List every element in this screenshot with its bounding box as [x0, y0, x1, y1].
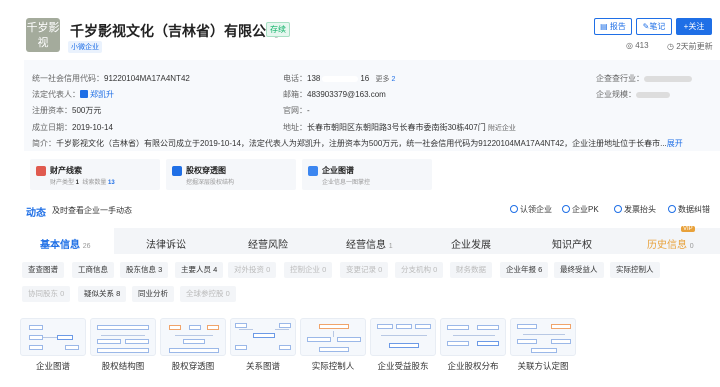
thumb-beneficial-owner[interactable] — [370, 318, 436, 356]
expand-link[interactable]: 展开 — [667, 139, 683, 148]
size-tag: 小微企业 — [68, 41, 102, 53]
follow-button[interactable]: +关注 — [676, 18, 712, 35]
status-badge: 存续 — [266, 22, 290, 37]
claim-company-link[interactable]: 认领企业 — [510, 204, 552, 215]
report-label: 报告 — [609, 22, 626, 31]
chip-suspected-relations[interactable]: 疑似关系 8 — [78, 286, 127, 302]
thumb-company-graph[interactable] — [20, 318, 86, 356]
thumb-label: 股权结构图 — [101, 361, 145, 371]
email-row: 邮箱：483903379@163.com — [283, 90, 386, 99]
company-pk-link[interactable]: 企业PK — [562, 204, 599, 215]
chip-branches[interactable]: 分支机构 0 — [395, 262, 444, 278]
thumb-label: 企业受益股东 — [377, 361, 429, 371]
dynamics-sub: 及时查看企业一手动态 — [52, 206, 132, 215]
card-title: 企业图谱 — [322, 166, 354, 175]
chip-global-holdings[interactable]: 全球参控股 0 — [180, 286, 236, 302]
card-sub: 挖掘深层股权结构 — [186, 180, 235, 186]
nearby-link[interactable]: 附近企业 — [488, 125, 516, 132]
thumb-label: 关系图谱 — [245, 361, 280, 371]
report-button[interactable]: ▤ 报告 — [594, 18, 632, 35]
clock-icon: ◷ — [667, 42, 674, 51]
chip-business-info[interactable]: 工商信息 — [72, 262, 114, 278]
thumb-label: 实际控制人 — [311, 361, 355, 371]
card-sub: 企业信息一图掌控 — [322, 180, 371, 186]
chip-changes[interactable]: 变更记录 0 — [340, 262, 389, 278]
industry-row: 企查查行业： — [596, 73, 692, 84]
capital-row: 注册资本：500万元 — [32, 106, 102, 115]
founded-row: 成立日期：2019-10-14 — [32, 123, 113, 132]
note-button[interactable]: ✎笔记 — [636, 18, 672, 35]
equity-chart-card[interactable]: 股权穿透图 挖掘深层股权结构 — [166, 159, 296, 190]
map-icon — [308, 166, 318, 176]
note-label: 笔记 — [649, 22, 666, 31]
chip-controller[interactable]: 实际控制人 — [610, 262, 660, 278]
tab-risk[interactable]: 经营风险 — [248, 236, 288, 251]
company-name: 千岁影视文化（吉林省）有限公司 — [70, 24, 280, 40]
vip-badge: VIP — [681, 226, 695, 232]
chip-key-personnel[interactable]: 主要人员 4 — [175, 262, 224, 278]
tab-development[interactable]: 企业发展 — [451, 236, 491, 251]
credit-code-row: 统一社会信用代码：91220104MA17A4NT42 — [32, 74, 190, 83]
scale-row: 企业规模： — [596, 89, 670, 100]
update-time: ◷ 2天前更新 — [667, 42, 713, 51]
invoice-title-link[interactable]: 发票抬头 — [614, 204, 656, 215]
legal-rep-row: 法定代表人： 郑凯升 — [32, 90, 114, 99]
chip-graph[interactable]: 查查图谱 — [22, 262, 64, 278]
chip-shareholders[interactable]: 股东信息 3 — [120, 262, 169, 278]
pk-icon — [562, 205, 570, 213]
thumb-equity-distribution[interactable] — [440, 318, 506, 356]
chip-controlled[interactable]: 控制企业 0 — [284, 262, 333, 278]
website-row: 官网：- — [283, 106, 310, 115]
chip-beneficiary[interactable]: 最终受益人 — [554, 262, 604, 278]
edit-icon — [668, 205, 676, 213]
person-icon — [80, 90, 88, 98]
card-sub: 财产类型 1 线索数量 13 — [50, 180, 115, 186]
tab-operations[interactable]: 经营信息 1 — [346, 236, 393, 251]
email-link[interactable]: 483903379@163.com — [307, 90, 386, 99]
dynamics-title[interactable]: 动态 — [26, 204, 46, 219]
chip-industry-analysis[interactable]: 同业分析 — [132, 286, 174, 302]
card-title: 财产线索 — [50, 166, 82, 175]
asset-clue-card[interactable]: 财产线索 财产类型 1 线索数量 13 — [30, 159, 160, 190]
thumb-related-party[interactable] — [510, 318, 576, 356]
tab-ip[interactable]: 知识产权 — [552, 236, 592, 251]
chip-co-shareholders[interactable]: 协同股东 0 — [22, 286, 71, 302]
intro-row: 简介：千岁影视文化（吉林省）有限公司成立于2019-10-14，法定代表人为郑凯… — [32, 139, 683, 148]
invoice-icon — [614, 205, 622, 213]
legal-rep-link[interactable]: 郑凯升 — [90, 90, 114, 99]
chip-finance[interactable]: 财务数据 — [450, 262, 492, 278]
thumb-label: 关联方认定图 — [517, 361, 569, 371]
data-correction-link[interactable]: 数据纠错 — [668, 204, 710, 215]
tab-history[interactable]: 历史信息 0 — [647, 236, 694, 251]
address-row: 地址：长春市朝阳区东朝阳路3号长春市委南街30栋407门 附近企业 — [283, 123, 516, 132]
view-count: ◎ 413 — [626, 41, 649, 50]
report-icon: ▤ — [600, 22, 608, 31]
follow-label: 关注 — [688, 22, 705, 31]
thumb-label: 企业图谱 — [35, 361, 70, 371]
company-map-card[interactable]: 企业图谱 企业信息一图掌控 — [302, 159, 432, 190]
shield-icon — [510, 205, 518, 213]
equity-icon — [172, 166, 182, 176]
asset-icon — [36, 166, 46, 176]
phone-row: 电话：138 16 更多 2 — [283, 74, 396, 83]
chip-annual-report[interactable]: 企业年报 6 — [500, 262, 549, 278]
company-logo: 千岁影视 — [26, 18, 60, 52]
tab-legal[interactable]: 法律诉讼 — [146, 236, 186, 251]
thumb-controller[interactable] — [300, 318, 366, 356]
chip-investments[interactable]: 对外投资 0 — [228, 262, 277, 278]
thumb-label: 企业股权分布 — [447, 361, 499, 371]
tab-basic-info[interactable]: 基本信息 26 — [40, 236, 91, 251]
more-phones-link[interactable]: 更多 2 — [376, 76, 396, 83]
thumb-relationship[interactable] — [230, 318, 296, 356]
thumb-equity-penetration[interactable] — [160, 318, 226, 356]
eye-icon: ◎ — [626, 41, 633, 50]
card-title: 股权穿透图 — [186, 166, 226, 175]
thumb-label: 股权穿透图 — [171, 361, 215, 371]
thumb-equity-structure[interactable] — [90, 318, 156, 356]
